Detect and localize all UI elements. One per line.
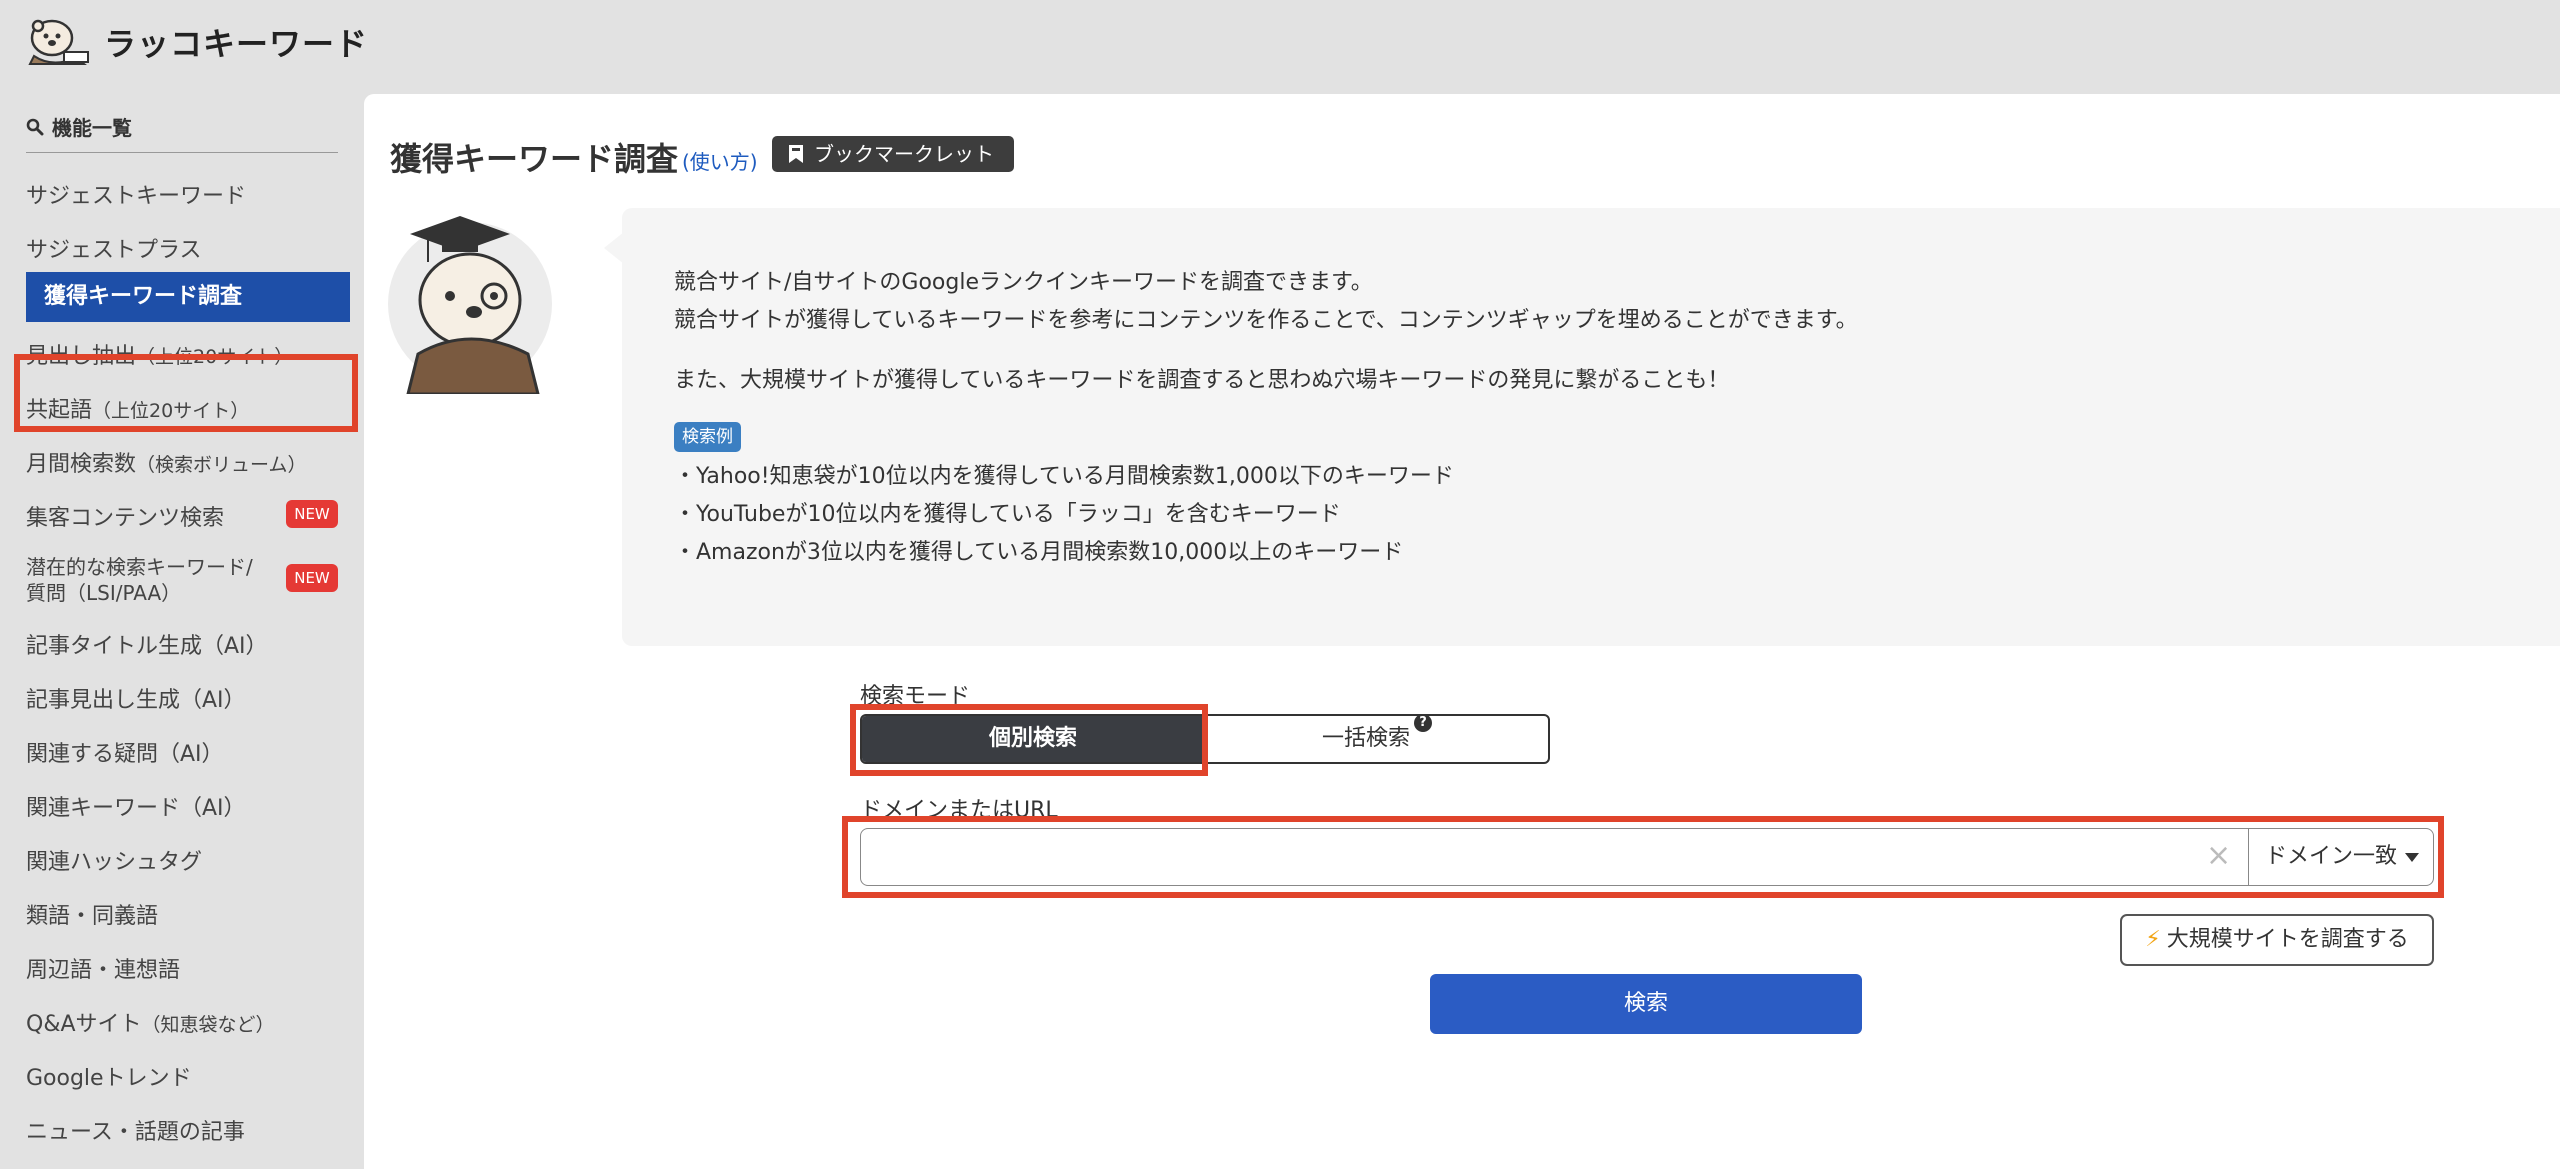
new-badge: NEW [286, 564, 338, 592]
bookmarklet-button[interactable]: ブックマークレット [772, 136, 1014, 172]
bookmark-icon [789, 145, 803, 163]
sidebar-item-latent-keyword[interactable]: 潜在的な検索キーワード/ 質問（LSI/PAA） [26, 554, 253, 606]
example-item: ・Amazonが3位以内を獲得している月間検索数10,000以上のキーワード [674, 540, 1404, 565]
sidebar-item-content-search[interactable]: 集客コンテンツ検索 [26, 500, 224, 532]
sidebar-item-ai-headings[interactable]: 記事見出し生成（AI） [26, 682, 246, 714]
sidebar: 機能一覧 サジェストキーワード サジェストプラス 獲得キーワード調査 見出し抽出… [0, 94, 362, 1169]
large-site-button[interactable]: ⚡ 大規模サイトを調査する [2120, 914, 2434, 966]
large-site-label: 大規模サイトを調査する [2166, 927, 2409, 952]
sidebar-item-monthly-volume[interactable]: 月間検索数（検索ボリューム） [26, 446, 306, 478]
usage-link[interactable]: (使い方) [682, 146, 758, 175]
highlight-box [842, 816, 2444, 898]
sidebar-heading: 機能一覧 [26, 112, 132, 141]
sidebar-item-suggest-keyword[interactable]: サジェストキーワード [26, 178, 246, 210]
example-badge: 検索例 [674, 422, 741, 452]
sidebar-item-ai-related-keyword[interactable]: 関連キーワード（AI） [26, 790, 246, 822]
app-logo[interactable]: ラッコキーワード [24, 16, 368, 68]
sidebar-item-label: 月間検索数 [26, 452, 137, 477]
description-line-3: また、大規模サイトが獲得しているキーワードを調査すると思わぬ穴場キーワードの発見… [674, 368, 1730, 393]
search-button[interactable]: 検索 [1430, 974, 1862, 1034]
highlight-box [850, 704, 1208, 776]
main-panel: 獲得キーワード調査 (使い方) ブックマークレット 競合サイト/自サイトのGoo… [364, 94, 2560, 1169]
page-title: 獲得キーワード調査 [390, 140, 679, 178]
sidebar-item-ai-questions[interactable]: 関連する疑問（AI） [26, 736, 224, 768]
sidebar-item-news[interactable]: ニュース・話題の記事 [26, 1114, 245, 1146]
highlight-box [14, 354, 358, 432]
search-icon [26, 118, 44, 135]
help-icon[interactable]: ? [1414, 716, 1432, 732]
app-logo-text: ラッコキーワード [104, 25, 369, 63]
sidebar-item-ai-title[interactable]: 記事タイトル生成（AI） [26, 628, 268, 660]
example-item: ・Yahoo!知恵袋が10位以内を獲得している月間検索数1,000以下のキーワー… [674, 464, 1454, 489]
mode-bulk-label: 一括検索 [1321, 726, 1410, 751]
mode-bulk-button[interactable]: 一括検索? [1204, 716, 1548, 762]
sidebar-item-google-trends[interactable]: Googleトレンド [26, 1060, 192, 1092]
sidebar-item-association[interactable]: 周辺語・連想語 [26, 952, 180, 984]
lightning-icon: ⚡ [2145, 927, 2161, 952]
sidebar-item-label-line2: 質問（LSI/PAA） [26, 581, 182, 605]
sidebar-item-synonym[interactable]: 類語・同義語 [26, 898, 158, 930]
sidebar-item-acquired-keyword[interactable]: 獲得キーワード調査 [26, 272, 350, 322]
sidebar-item-note: （知恵袋など） [141, 1014, 275, 1036]
sidebar-heading-label: 機能一覧 [52, 116, 132, 140]
description-line-2: 競合サイトが獲得しているキーワードを参考にコンテンツを作ることで、コンテンツギャ… [674, 308, 1858, 333]
otter-mascot-icon [388, 216, 552, 394]
description-box: 競合サイト/自サイトのGoogleランクインキーワードを調査できます。 競合サイ… [622, 208, 2560, 646]
sidebar-item-qa-site[interactable]: Q&Aサイト（知恵袋など） [26, 1006, 275, 1038]
otter-logo-icon [28, 19, 89, 65]
sidebar-item-suggest-plus[interactable]: サジェストプラス [26, 232, 202, 264]
description-line-1: 競合サイト/自サイトのGoogleランクインキーワードを調査できます。 [674, 270, 1373, 295]
speech-bubble-tail [604, 232, 624, 264]
example-item: ・YouTubeが10位以内を獲得している「ラッコ」を含むキーワード [674, 502, 1341, 527]
sidebar-item-label: 潜在的な検索キーワード/ [26, 555, 253, 579]
bookmarklet-label: ブックマークレット [814, 142, 994, 166]
sidebar-item-label: Q&Aサイト [26, 1012, 142, 1037]
sidebar-item-note: （検索ボリューム） [136, 454, 307, 476]
new-badge: NEW [286, 500, 338, 528]
sidebar-item-hashtag[interactable]: 関連ハッシュタグ [26, 844, 202, 876]
sidebar-divider [26, 152, 338, 153]
